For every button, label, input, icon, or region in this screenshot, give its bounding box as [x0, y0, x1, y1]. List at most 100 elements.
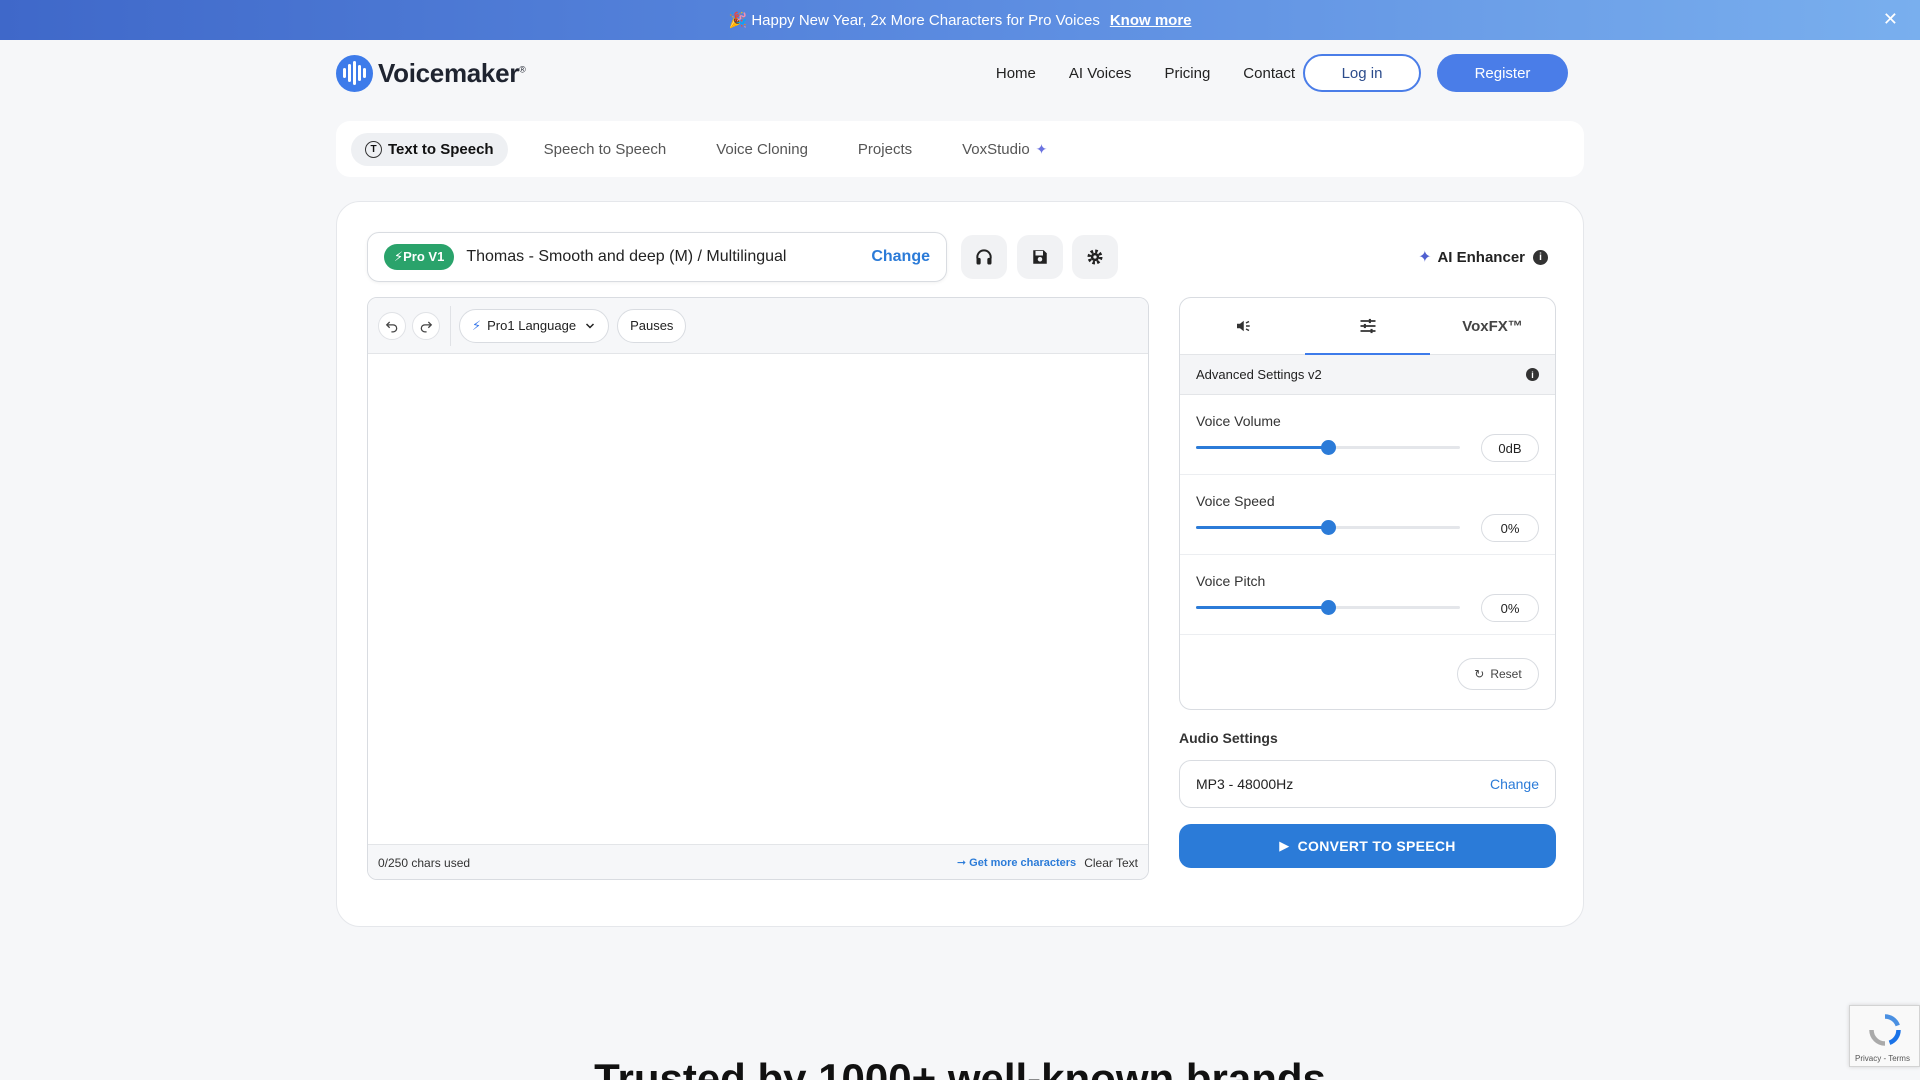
- tab-label: Speech to Speech: [543, 140, 667, 158]
- voice-pitch-row: Voice Pitch 0%: [1180, 555, 1555, 635]
- tab-label: Projects: [857, 140, 913, 158]
- voice-volume-row: Voice Volume 0dB: [1180, 395, 1555, 475]
- tab-label: VoxStudio: [962, 140, 1030, 158]
- editor-toolbar: ⚡ Pro1 Language Pauses: [368, 298, 1148, 354]
- undo-button[interactable]: [378, 311, 406, 340]
- get-more-characters-link[interactable]: ➞ Get more characters: [957, 856, 1076, 869]
- save-icon: [1033, 250, 1047, 264]
- redo-icon: [420, 320, 433, 332]
- play-icon: ▶: [1279, 838, 1290, 853]
- voice-name: Thomas - Smooth and deep (M) / Multiling…: [466, 248, 787, 265]
- chevron-down-icon: [586, 322, 595, 329]
- voice-pitch-slider[interactable]: [1196, 600, 1460, 615]
- slider-fill: [1196, 446, 1328, 449]
- advanced-settings-title: Advanced Settings v2: [1196, 367, 1322, 382]
- settings-tabs: VoxFX™: [1180, 298, 1555, 355]
- ai-enhancer-label: AI Enhancer: [1437, 248, 1525, 266]
- register-button[interactable]: Register: [1437, 54, 1568, 92]
- refresh-icon: ↻: [1474, 667, 1485, 681]
- char-counter: 0/250 chars used: [378, 855, 471, 870]
- tab-voxstudio[interactable]: VoxStudio ✦: [948, 133, 1061, 166]
- banner-know-more-link[interactable]: Know more: [1110, 12, 1192, 29]
- convert-label: CONVERT TO SPEECH: [1297, 838, 1456, 854]
- sparkle-icon: ✦: [1035, 140, 1048, 157]
- tab-advanced-settings[interactable]: [1305, 298, 1430, 355]
- redo-button[interactable]: [412, 311, 440, 340]
- nav-link-home[interactable]: Home: [996, 65, 1036, 82]
- slider-label: Voice Volume: [1196, 413, 1281, 429]
- convert-to-speech-button[interactable]: ▶ CONVERT TO SPEECH: [1179, 824, 1556, 868]
- brands-heading: Trusted by 1000+ well-known brands: [594, 1055, 1326, 1080]
- change-voice-link[interactable]: Change: [871, 248, 930, 266]
- editor-footer: 0/250 chars used ➞ Get more characters C…: [368, 844, 1148, 879]
- voice-speed-row: Voice Speed 0%: [1180, 475, 1555, 555]
- audio-format-value: MP3 - 48000Hz: [1196, 776, 1294, 792]
- main-menu: Home AI Voices Pricing Contact Log in Re…: [996, 54, 1568, 92]
- audio-format-selector: MP3 - 48000Hz Change: [1179, 760, 1556, 808]
- speaker-effects-icon: [1236, 320, 1250, 332]
- recaptcha-terms[interactable]: Privacy - Terms: [1855, 1054, 1910, 1063]
- voice-volume-slider[interactable]: [1196, 440, 1460, 455]
- tab-voxfx[interactable]: VoxFX™: [1430, 298, 1555, 354]
- logo-text: Voicemaker®: [378, 57, 526, 88]
- undo-icon: [385, 320, 398, 332]
- slider-label: Voice Pitch: [1196, 573, 1266, 589]
- tab-voice-cloning[interactable]: Voice Cloning: [702, 133, 822, 166]
- settings-button[interactable]: [1072, 235, 1118, 279]
- language-label: Pro1 Language: [487, 318, 577, 333]
- change-audio-link[interactable]: Change: [1490, 776, 1539, 792]
- promo-banner: 🎉 Happy New Year, 2x More Characters for…: [0, 0, 1920, 40]
- gear-icon: [1087, 249, 1103, 265]
- slider-handle[interactable]: [1321, 440, 1336, 455]
- slider-fill: [1196, 606, 1328, 609]
- slider-handle[interactable]: [1321, 600, 1336, 615]
- text-editor: ⚡ Pro1 Language Pauses 0/250 chars used …: [367, 297, 1149, 880]
- tab-label: Text to Speech: [388, 140, 494, 158]
- top-navbar: Voicemaker® Home AI Voices Pricing Conta…: [336, 53, 1568, 93]
- tab-label: Voice Cloning: [716, 140, 808, 158]
- voice-settings-panel: VoxFX™ Advanced Settings v2 i Voice Volu…: [1179, 297, 1556, 710]
- nav-link-ai-voices[interactable]: AI Voices: [1069, 65, 1132, 82]
- info-icon[interactable]: i: [1526, 368, 1539, 381]
- voice-volume-value[interactable]: 0dB: [1481, 434, 1539, 462]
- clear-text-button[interactable]: Clear Text: [1084, 856, 1138, 870]
- pro-badge: ⚡Pro V1: [384, 244, 455, 270]
- text-icon: T: [365, 140, 382, 158]
- reset-label: Reset: [1490, 667, 1522, 681]
- tts-main-card: ⚡Pro V1 Thomas - Smooth and deep (M) / M…: [336, 201, 1584, 927]
- voice-speed-slider[interactable]: [1196, 520, 1460, 535]
- tab-speech-to-speech[interactable]: Speech to Speech: [530, 133, 681, 166]
- audio-settings-label: Audio Settings: [1179, 730, 1278, 746]
- nav-link-contact[interactable]: Contact: [1243, 65, 1295, 82]
- tab-text-to-speech[interactable]: T Text to Speech: [351, 132, 508, 166]
- login-button[interactable]: Log in: [1303, 54, 1421, 92]
- text-input-area[interactable]: [368, 354, 1148, 844]
- toolbar-divider: [450, 305, 451, 346]
- close-icon[interactable]: ✕: [1883, 9, 1898, 30]
- sliders-icon: [1360, 318, 1375, 334]
- info-icon[interactable]: i: [1533, 249, 1548, 265]
- logo[interactable]: Voicemaker®: [336, 54, 526, 92]
- nav-link-pricing[interactable]: Pricing: [1164, 65, 1210, 82]
- bolt-icon: ⚡: [472, 317, 482, 333]
- voice-selector[interactable]: ⚡Pro V1 Thomas - Smooth and deep (M) / M…: [367, 232, 947, 282]
- ai-enhancer-toggle[interactable]: ✦ AI Enhancer i: [1418, 247, 1548, 267]
- headphones-button[interactable]: [961, 235, 1007, 279]
- logo-waveform-icon: [336, 54, 373, 92]
- slider-fill: [1196, 526, 1328, 529]
- recaptcha-badge[interactable]: Privacy - Terms: [1849, 1005, 1920, 1067]
- banner-text: 🎉 Happy New Year, 2x More Characters for…: [728, 12, 1100, 29]
- save-button[interactable]: [1017, 235, 1063, 279]
- slider-handle[interactable]: [1321, 520, 1336, 535]
- pauses-button[interactable]: Pauses: [617, 308, 687, 343]
- voice-pitch-value[interactable]: 0%: [1481, 594, 1539, 622]
- feature-tabs: T Text to Speech Speech to Speech Voice …: [336, 121, 1584, 177]
- language-dropdown[interactable]: ⚡ Pro1 Language: [459, 308, 610, 343]
- reset-button[interactable]: ↻ Reset: [1457, 658, 1539, 690]
- tab-effects[interactable]: [1180, 298, 1305, 354]
- slider-label: Voice Speed: [1196, 493, 1275, 509]
- tab-projects[interactable]: Projects: [844, 133, 926, 166]
- advanced-settings-header: Advanced Settings v2 i: [1180, 355, 1555, 395]
- voice-speed-value[interactable]: 0%: [1481, 514, 1539, 542]
- headphones-icon: [976, 249, 992, 265]
